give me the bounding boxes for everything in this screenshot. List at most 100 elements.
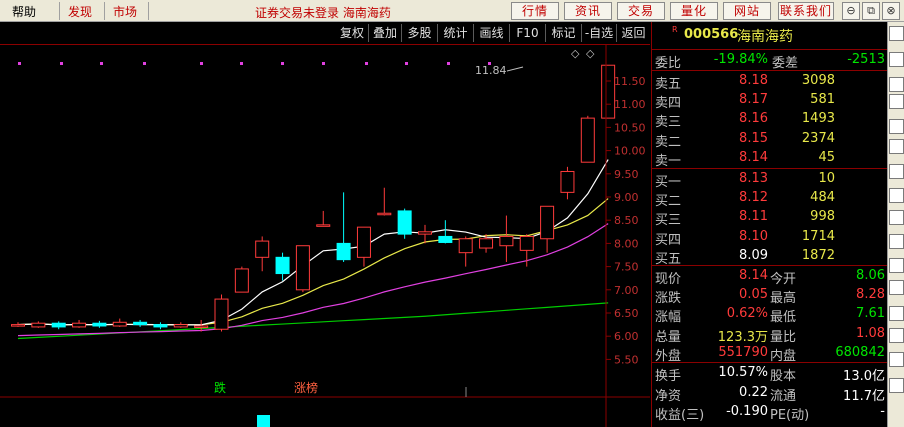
- order-level-label: 买二: [655, 194, 682, 210]
- order-price: 8.11: [739, 209, 768, 225]
- stat2-row: 换手 10.57% 股本 13.0亿: [652, 364, 888, 384]
- restore-icon[interactable]: ⧉: [862, 2, 880, 20]
- candles: [11, 64, 616, 332]
- menu-discover[interactable]: 发现: [68, 3, 92, 20]
- trade-button[interactable]: 交易: [617, 2, 665, 20]
- stat-row-value2: 8.28: [856, 287, 885, 303]
- kline-icon[interactable]: [889, 77, 904, 92]
- candle-body: [601, 64, 616, 119]
- stat2-row-label2: PE(动): [770, 408, 810, 423]
- website-button[interactable]: 网站: [723, 2, 771, 20]
- stat2-row-label: 收益(三): [655, 408, 705, 423]
- buy-level-row[interactable]: 买三 8.11 998: [652, 208, 888, 228]
- buy-level-row[interactable]: 买一 8.13 10: [652, 170, 888, 190]
- quote-button[interactable]: 行情: [511, 2, 559, 20]
- f10-icon[interactable]: [889, 210, 904, 225]
- menu-market[interactable]: 市场: [113, 3, 137, 20]
- minimize-icon[interactable]: ⊖: [842, 2, 860, 20]
- close-icon[interactable]: ⊗: [882, 2, 900, 20]
- stat2-row-label2: 流通: [770, 388, 797, 404]
- multi-stock-button[interactable]: 多股: [402, 24, 438, 42]
- buy-level-row[interactable]: 买四 8.10 1714: [652, 228, 888, 248]
- stock-name: 海南海药: [737, 29, 793, 45]
- order-price: 8.16: [739, 111, 768, 127]
- sell-level-row[interactable]: 卖三 8.16 1493: [652, 110, 888, 130]
- stat-row-value2: 680842: [835, 344, 885, 360]
- back-button[interactable]: 返回: [617, 24, 650, 42]
- diamond-icon[interactable]: ◇: [571, 47, 580, 60]
- buy-level-row[interactable]: 买五 8.09 1872: [652, 247, 888, 267]
- contact-button[interactable]: 联系我们: [778, 2, 834, 20]
- bar-chart-icon[interactable]: [889, 164, 904, 179]
- top-dot-marker: [60, 62, 63, 65]
- event-tag-die[interactable]: 跌: [214, 380, 226, 395]
- rank-icon[interactable]: [889, 378, 904, 393]
- statistics-button[interactable]: 统计: [438, 24, 474, 42]
- news-button[interactable]: 资讯: [564, 2, 612, 20]
- candle-body: [11, 324, 25, 327]
- price-tick-label: 11.00: [614, 98, 646, 111]
- stats-icon[interactable]: [889, 234, 904, 249]
- stat-row-label2: 今开: [770, 272, 797, 287]
- candle-body: [519, 235, 534, 251]
- candle-body: [275, 256, 290, 275]
- remove-watchlist-button[interactable]: -自选: [582, 24, 617, 42]
- sector-icon[interactable]: [889, 328, 904, 343]
- candle-icon[interactable]: [889, 188, 904, 203]
- order-volume: 1872: [801, 247, 835, 263]
- price-tick-label: 5.50: [614, 353, 639, 366]
- tick-icon[interactable]: [889, 258, 904, 273]
- stat-row: 总量 123.3万 量比 1.08: [652, 325, 888, 345]
- stat2-row-label: 换手: [655, 369, 682, 384]
- restore-rights-button[interactable]: 复权: [336, 24, 369, 42]
- order-volume: 1714: [801, 228, 835, 244]
- price-tick-label: 11.50: [614, 75, 646, 88]
- menu-help[interactable]: 帮助: [12, 3, 36, 20]
- stat2-row-value: -0.190: [726, 404, 768, 419]
- price-tick-label: 6.00: [614, 330, 639, 343]
- chart-toolbar: 复权 叠加 多股 统计 画线 F10 标记 -自选 返回: [0, 22, 650, 45]
- sell-level-row[interactable]: 卖四 8.17 581: [652, 91, 888, 111]
- divider: [652, 265, 888, 266]
- stat-row-label2: 最低: [770, 310, 797, 326]
- chart-icon[interactable]: [889, 52, 904, 67]
- quant-button[interactable]: 量化: [670, 2, 718, 20]
- draw-line-button[interactable]: 画线: [474, 24, 510, 42]
- flow-icon[interactable]: [889, 352, 904, 367]
- mark-button[interactable]: 标记: [546, 24, 582, 42]
- stat-row-label: 涨跌: [655, 291, 682, 307]
- trend-icon[interactable]: [889, 139, 904, 154]
- sell-level-row[interactable]: 卖一 8.14 45: [652, 149, 888, 169]
- divider: [652, 70, 888, 71]
- stat-row-value2: 8.06: [856, 268, 885, 283]
- buy-level-row[interactable]: 买二 8.12 484: [652, 189, 888, 210]
- stat-row-label: 现价: [655, 272, 682, 287]
- quote-header: R 000566 海南海药: [652, 25, 888, 45]
- rss-icon[interactable]: [889, 119, 904, 134]
- candle-body: [479, 238, 494, 249]
- divider: [652, 362, 888, 363]
- candle-body: [234, 268, 249, 293]
- f10-button[interactable]: F10: [510, 24, 546, 42]
- candle-body: [336, 242, 351, 261]
- top-dot-marker: [18, 62, 21, 65]
- candle-body: [51, 322, 66, 328]
- kline-chart[interactable]: 11.50 11.00 10.50 10.00 9.50 9.00 8.50 8.00 7.50…: [0, 45, 650, 427]
- sell-level-row[interactable]: 卖五 8.18 3098: [652, 72, 888, 92]
- diamond-icon[interactable]: ◇: [586, 47, 595, 60]
- order-price: 8.09: [739, 247, 768, 263]
- event-tag-zhangbang[interactable]: 涨榜: [294, 380, 318, 395]
- news-icon[interactable]: [889, 94, 904, 109]
- panel-toggle-icon[interactable]: [889, 26, 904, 41]
- overlay-button[interactable]: 叠加: [369, 24, 402, 42]
- info-icon[interactable]: [889, 306, 904, 321]
- peak-price-label: 11.84: [475, 64, 507, 77]
- fund-icon[interactable]: [889, 280, 904, 295]
- order-price: 8.14: [739, 149, 768, 165]
- divider: [652, 49, 888, 50]
- menu-separator: [59, 2, 60, 20]
- price-tick-label: 6.50: [614, 307, 639, 320]
- top-dot-marker: [240, 62, 243, 65]
- top-dot-marker: [322, 62, 325, 65]
- sell-level-row[interactable]: 卖二 8.15 2374: [652, 130, 888, 150]
